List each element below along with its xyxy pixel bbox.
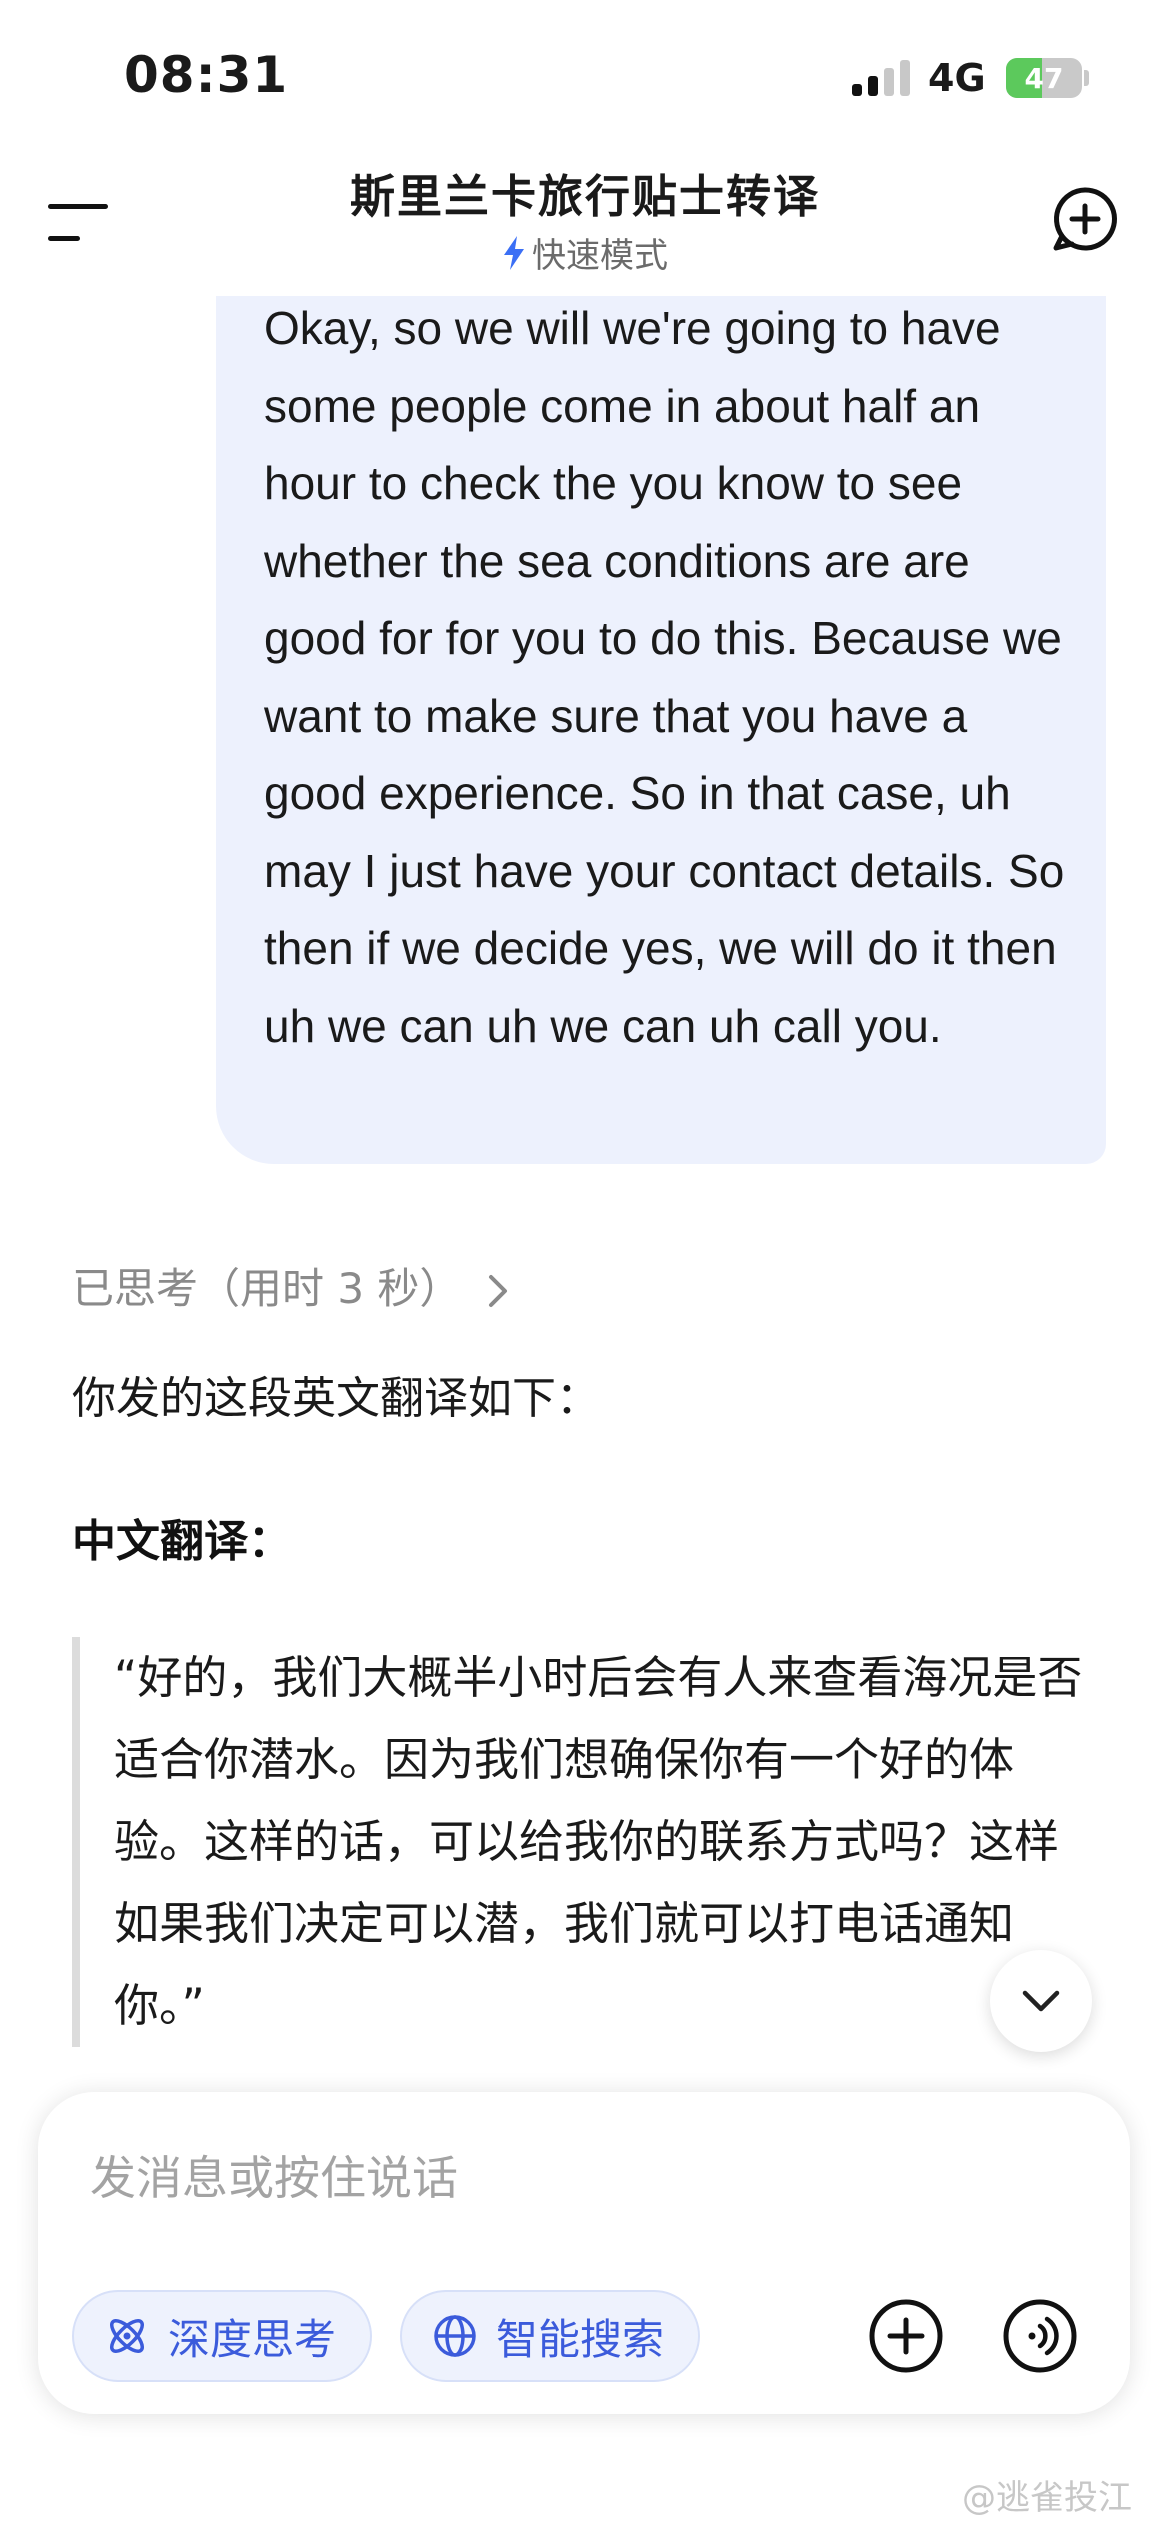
conversation-title[interactable]: 斯里兰卡旅行贴士转译 (0, 160, 1170, 225)
add-attachment-button[interactable] (868, 2298, 944, 2374)
chevron-down-icon (1022, 1990, 1060, 2012)
battery-icon: 47 (1006, 58, 1082, 98)
assistant-intro: 你发的这段英文翻译如下： (72, 1373, 600, 1424)
status-bar: 08:31 4G 47 (0, 0, 1170, 150)
input-panel: 发消息或按住说话 深度思考 智能搜索 (38, 2092, 1130, 2414)
atom-icon (110, 2319, 144, 2353)
deep-think-label: 深度思考 (168, 2314, 337, 2364)
network-type: 4G (928, 56, 986, 100)
smart-search-label: 智能搜索 (496, 2314, 665, 2364)
deep-think-button[interactable]: 深度思考 (72, 2290, 373, 2382)
chevron-right-icon (488, 1275, 507, 1307)
lightning-icon (504, 236, 524, 270)
new-chat-icon[interactable] (1052, 186, 1118, 252)
status-time: 08:31 (124, 46, 289, 104)
watermark: @逃雀投江 (962, 2478, 1132, 2518)
message-input[interactable]: 发消息或按住说话 (90, 2142, 458, 2208)
user-message-text: Okay, so we will we're going to have som… (264, 302, 1065, 1052)
signal-icon (852, 60, 910, 96)
voice-call-button[interactable] (1002, 2298, 1078, 2374)
translation-quote: “好的，我们大概半小时后会有人来查看海况是否适合你潜水。因为我们想确保你有一个好… (72, 1637, 1092, 2047)
globe-icon (434, 2315, 476, 2357)
user-message-bubble[interactable]: Okay, so we will we're going to have som… (216, 296, 1106, 1164)
thinking-toggle[interactable]: 已思考（用时 3 秒） (72, 1255, 509, 1316)
battery-nub (1084, 70, 1089, 86)
mode-indicator[interactable]: 快速模式 (0, 228, 1170, 277)
chat-header: 斯里兰卡旅行贴士转译 快速模式 (0, 150, 1170, 290)
smart-search-button[interactable]: 智能搜索 (400, 2290, 701, 2382)
translation-heading: 中文翻译： (72, 1516, 292, 1567)
scroll-down-button[interactable] (990, 1950, 1092, 2052)
thinking-label: 已思考（用时 3 秒） (72, 1264, 462, 1313)
mode-label: 快速模式 (532, 236, 668, 276)
battery-level: 47 (1024, 62, 1064, 95)
